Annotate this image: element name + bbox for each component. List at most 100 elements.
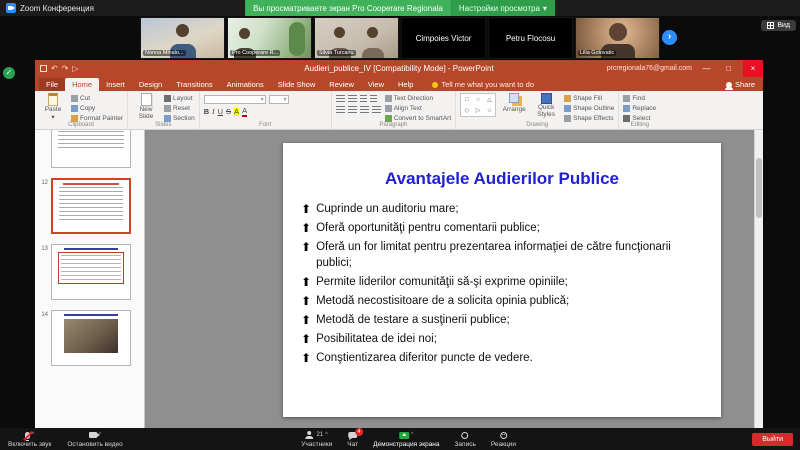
numbering-icon[interactable]	[348, 95, 357, 103]
tab-slide-show[interactable]: Slide Show	[271, 78, 323, 91]
stop-video-button[interactable]: ^ Остановить видео	[67, 431, 122, 448]
shape-star-icon: ☆	[487, 107, 492, 114]
shapes-gallery[interactable]: □ ○ △ ◇ ▷ ☆	[460, 93, 496, 117]
select-button[interactable]: Select	[623, 115, 656, 122]
restore-button[interactable]: □	[721, 60, 736, 77]
participant-tile[interactable]: Petru Flocosu	[488, 17, 573, 59]
view-options-dropdown[interactable]: Настройки просмотра ▾	[451, 0, 555, 16]
font-color-button[interactable]: A	[242, 107, 247, 117]
layout-button[interactable]: Layout	[164, 95, 195, 102]
up-arrow-bullet-icon: ⬆	[301, 351, 311, 366]
participants-button[interactable]: 21 ^ Участники	[301, 431, 332, 448]
shape-outline-button[interactable]: Shape Outline	[564, 105, 614, 112]
participant-video	[334, 27, 345, 38]
redo-icon[interactable]: ↷	[62, 64, 69, 73]
tell-me-box[interactable]: Tell me what you want to do	[432, 80, 534, 91]
replace-button[interactable]: Replace	[623, 105, 656, 112]
format-painter-button[interactable]: Format Painter	[71, 115, 123, 122]
view-button[interactable]: Вид	[761, 20, 796, 31]
reset-icon	[164, 105, 171, 112]
participants-menu-caret-icon[interactable]: ^	[325, 432, 328, 438]
shape-effects-button[interactable]: Shape Effects	[564, 115, 614, 122]
arrange-button[interactable]: Arrange	[500, 93, 528, 114]
strikethrough-button[interactable]: S	[226, 107, 231, 116]
decrease-indent-icon[interactable]	[360, 95, 367, 103]
text-direction-button[interactable]: Text Direction	[385, 95, 451, 102]
tab-transitions[interactable]: Transitions	[169, 78, 219, 91]
align-text-button[interactable]: Align Text	[385, 105, 451, 112]
participant-video	[176, 24, 189, 37]
quick-styles-button[interactable]: Quick Styles	[532, 93, 560, 119]
find-button[interactable]: Find	[623, 95, 656, 102]
start-slideshow-icon[interactable]: ▷	[72, 64, 78, 73]
tab-animations[interactable]: Animations	[220, 78, 271, 91]
canvas-scrollbar[interactable]	[754, 130, 763, 428]
account-button[interactable]: prcregionala76@gmail.com	[607, 65, 692, 72]
participant-tile[interactable]: Nonna Mihalo...	[140, 17, 225, 59]
slide-14-thumbnail[interactable]	[51, 310, 131, 366]
undo-icon[interactable]: ↶	[51, 64, 58, 73]
copy-button[interactable]: Copy	[71, 105, 123, 112]
reset-button[interactable]: Reset	[164, 105, 195, 112]
slide-thumbnail-row: 13	[35, 244, 144, 300]
font-name-combo[interactable]: ▾	[204, 95, 266, 104]
meeting-security-icon[interactable]: ✓	[3, 67, 15, 79]
save-icon[interactable]	[40, 65, 47, 72]
thumb-body-decor	[59, 187, 123, 221]
slide-thumbnail-row: 12	[35, 178, 144, 234]
slide-13-thumbnail[interactable]	[51, 244, 131, 300]
tab-home[interactable]: Home	[65, 78, 99, 91]
current-slide[interactable]: Avantajele Audierilor Publice ⬆ Cuprinde…	[283, 143, 721, 417]
italic-button[interactable]: I	[212, 107, 215, 116]
participant-tile[interactable]: Pro Cooperare R...	[227, 17, 312, 59]
justify-icon[interactable]	[372, 106, 381, 114]
chat-button[interactable]: 4 Чат	[347, 431, 358, 448]
shape-fill-button[interactable]: Shape Fill	[564, 95, 614, 102]
bold-button[interactable]: B	[204, 107, 209, 116]
participant-tile[interactable]: Silvia Turcanu	[314, 17, 399, 59]
slide-12-thumbnail[interactable]	[51, 178, 131, 234]
minimize-button[interactable]: —	[699, 60, 714, 77]
tab-help[interactable]: Help	[391, 78, 420, 91]
underline-button[interactable]: U	[218, 107, 223, 116]
share-menu-caret-icon[interactable]: ^	[411, 432, 414, 438]
record-icon	[462, 432, 469, 439]
tab-file[interactable]: File	[39, 78, 65, 91]
participant-tile[interactable]: Cimpoies Victor	[401, 17, 486, 59]
bullet-item: ⬆ Conştientizarea diferitor puncte de ve…	[301, 351, 707, 366]
bullets-icon[interactable]	[336, 95, 345, 103]
font-size-combo[interactable]: ▾	[269, 95, 289, 104]
align-left-icon[interactable]	[336, 106, 345, 114]
highlight-color-button[interactable]: A	[234, 108, 239, 116]
slide-bullet-list: ⬆ Cuprinde un auditoriu mare; ⬆ Oferă op…	[301, 202, 707, 367]
slide-11-thumbnail[interactable]	[51, 130, 131, 168]
reactions-button[interactable]: Реакции	[491, 431, 516, 448]
ppt-share-button[interactable]: Share	[726, 80, 755, 89]
leave-meeting-button[interactable]: Выйти	[752, 433, 793, 446]
shape-effects-icon	[564, 115, 571, 122]
scrollbar-thumb[interactable]	[756, 158, 762, 218]
record-button[interactable]: Запись	[455, 431, 476, 448]
align-center-icon[interactable]	[348, 106, 357, 114]
mic-menu-caret-icon[interactable]: ^	[32, 432, 35, 438]
paste-button[interactable]: Paste ▾	[39, 93, 67, 122]
new-slide-button[interactable]: New Slide	[132, 93, 160, 121]
cut-button[interactable]: Cut	[71, 95, 123, 102]
tab-review[interactable]: Review	[322, 78, 361, 91]
tab-view[interactable]: View	[361, 78, 391, 91]
unmute-button[interactable]: ^ Включить звук	[8, 431, 51, 448]
slide-thumbnail-panel: 11 12 13	[35, 130, 145, 428]
share-screen-button[interactable]: ^ Демонстрация экрана	[373, 431, 439, 448]
up-arrow-bullet-icon: ⬆	[301, 275, 311, 290]
bullet-text: Permite liderilor comunităţii să-şi expr…	[316, 275, 568, 290]
tab-design[interactable]: Design	[132, 78, 169, 91]
ribbon: Paste ▾ Cut Copy Format Painter	[35, 91, 763, 130]
next-participants-button[interactable]: ›	[662, 30, 677, 45]
participant-tile[interactable]: Lilia Golovatic	[575, 17, 660, 59]
convert-smartart-button[interactable]: Convert to SmartArt	[385, 115, 451, 122]
increase-indent-icon[interactable]	[370, 95, 377, 103]
section-button[interactable]: Section	[164, 115, 195, 122]
close-button[interactable]: ×	[743, 60, 763, 77]
tab-insert[interactable]: Insert	[99, 78, 132, 91]
align-right-icon[interactable]	[360, 106, 369, 114]
